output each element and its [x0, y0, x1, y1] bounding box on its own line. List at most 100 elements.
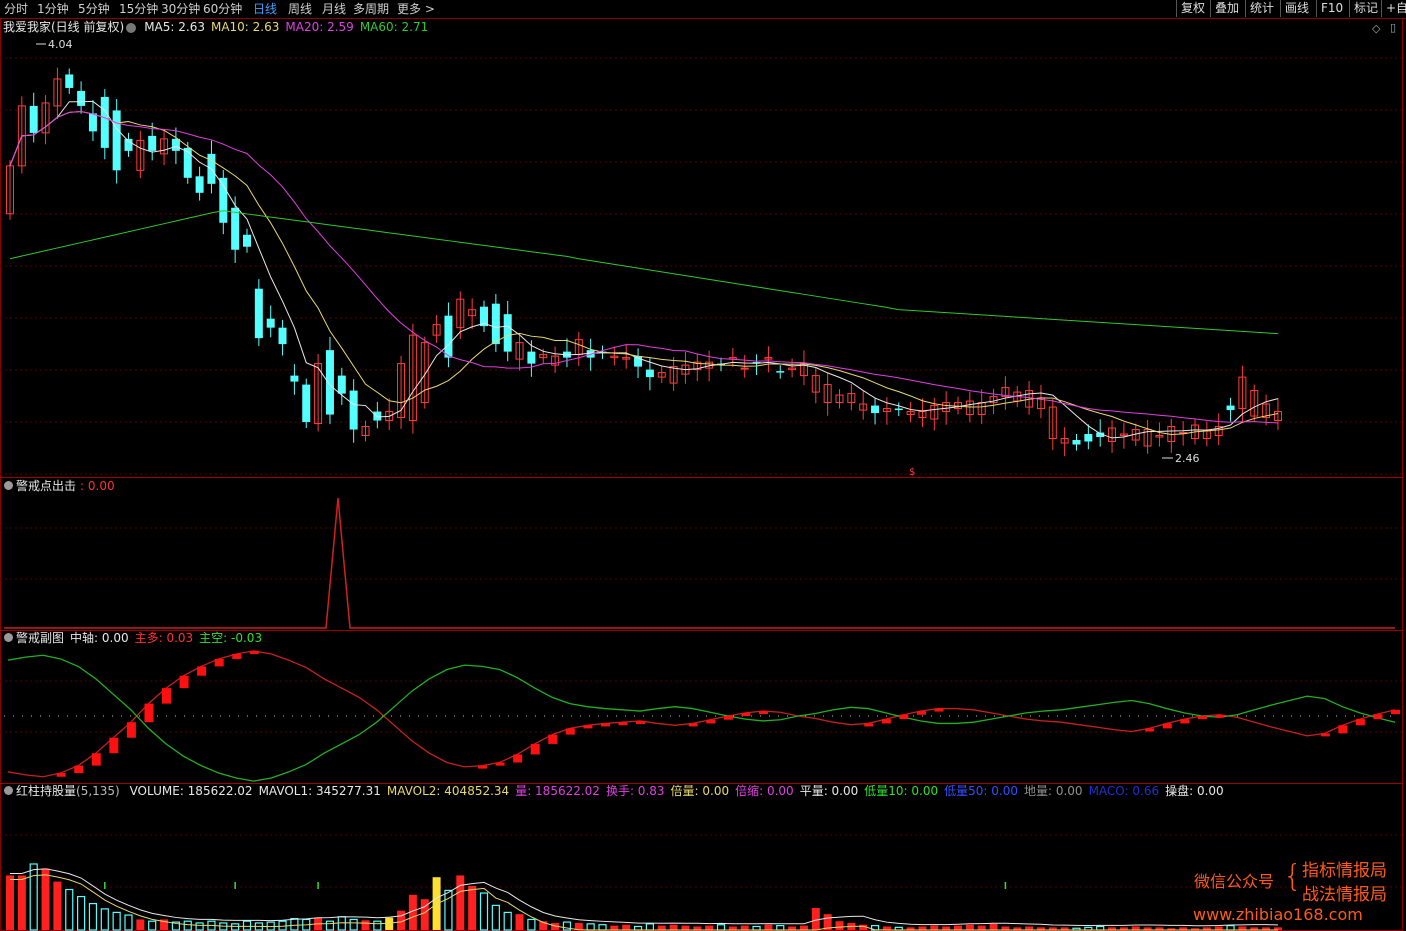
- dropdown-icon[interactable]: [126, 22, 137, 33]
- volume-bar: [942, 926, 951, 930]
- volume-bar: [29, 863, 38, 931]
- bull-block: [74, 765, 84, 774]
- ma60-line: [9, 210, 1278, 335]
- candle-body: [1084, 434, 1093, 442]
- volume-bar: [100, 908, 109, 931]
- volume-bar: [468, 886, 477, 930]
- ma60-label: MA60: 2.71: [359, 20, 429, 34]
- candle-body: [349, 390, 358, 430]
- volume-bar: [112, 911, 121, 931]
- bull-block: [162, 688, 172, 704]
- volume-bar: [764, 924, 773, 930]
- volume-bar: [799, 925, 808, 930]
- candle-body: [77, 90, 86, 106]
- panel3-bull: 主多: 0.03: [134, 631, 194, 645]
- panel4-params: (5,135): [76, 784, 120, 798]
- bull-block: [91, 753, 101, 766]
- volume-bar: [515, 914, 524, 930]
- volume-bar: [527, 918, 536, 931]
- bull-block: [232, 654, 242, 659]
- volume-bar: [290, 917, 299, 931]
- bull-block: [495, 762, 505, 766]
- volume-bar: [788, 926, 797, 930]
- candle-body: [100, 96, 109, 148]
- vol-legend-3: 量: 185622.02: [515, 784, 600, 798]
- vol-legend-7: 平量: 0.00: [799, 784, 859, 798]
- stock-name[interactable]: 我爱我家(日线 前复权): [3, 20, 124, 34]
- volume-bar: [716, 924, 726, 931]
- panel2-name[interactable]: 警戒点出击: [16, 479, 76, 493]
- candle-body: [219, 177, 228, 223]
- watermark-right1: 指标情报局: [1302, 861, 1387, 881]
- volume-bar: [456, 875, 465, 930]
- bull-block: [916, 711, 926, 715]
- bull-block: [706, 719, 716, 724]
- volume-bar: [693, 926, 702, 930]
- vol-legend-6: 倍缩: 0.00: [735, 784, 794, 798]
- vol-legend-11: MACO: 0.66: [1088, 784, 1160, 798]
- panel2-title: 警戒点出击 : 0.00: [4, 479, 121, 494]
- volume-bar: [954, 925, 962, 930]
- bull-block: [1338, 725, 1348, 734]
- volume-bar: [977, 925, 986, 930]
- vol-legend-12: 操盘: 0.00: [1165, 784, 1224, 798]
- low-price-label: 2.46: [1175, 452, 1200, 465]
- bull-block: [126, 722, 136, 738]
- watermark-right2: 战法情报局: [1302, 885, 1387, 905]
- bull-block: [548, 734, 558, 744]
- watermark-url: www.zhibiao168.com: [1193, 905, 1363, 924]
- volume-bar: [65, 888, 74, 931]
- volume-bar: [1131, 926, 1140, 930]
- candle-body: [148, 135, 157, 151]
- vol-legend-10: 地量: 0.00: [1023, 784, 1083, 798]
- panel2-value: : 0.00: [80, 479, 115, 493]
- volume-bar: [1025, 926, 1034, 930]
- candle-body: [503, 314, 512, 352]
- bull-block: [881, 719, 891, 724]
- volume-bar: [622, 924, 631, 930]
- volume-bar: [811, 908, 820, 930]
- bull-block: [109, 737, 119, 754]
- volume-bar: [349, 918, 358, 931]
- volume-bar: [361, 920, 370, 930]
- volume-bar: [776, 924, 785, 931]
- bull-block: [478, 765, 488, 769]
- panel3-title: 警戒副图 中轴: 0.00 主多: 0.03 主空: -0.03: [4, 631, 268, 646]
- volume-bar: [610, 925, 619, 930]
- bull-block: [1373, 714, 1383, 720]
- collapse-icon[interactable]: [4, 786, 13, 795]
- bull-block: [864, 723, 874, 727]
- volume-bar: [76, 895, 86, 931]
- collapse-icon[interactable]: [4, 481, 13, 490]
- ma5-line: [9, 100, 1279, 439]
- bull-block: [214, 658, 224, 667]
- volume-bar: [491, 904, 500, 931]
- volume-bar: [752, 925, 761, 931]
- settings-icon[interactable]: ▯: [1390, 21, 1396, 34]
- bull-block: [1180, 719, 1190, 724]
- bull-block: [1355, 719, 1365, 726]
- volume-bar: [136, 919, 145, 930]
- candle-body: [29, 105, 38, 133]
- panel3-name[interactable]: 警戒副图: [16, 631, 64, 645]
- candle-body: [278, 327, 287, 345]
- bull-block: [1391, 709, 1400, 715]
- collapse-icon[interactable]: [4, 633, 13, 642]
- candle-body: [231, 207, 240, 250]
- candle-body: [88, 113, 97, 132]
- bull-block: [1145, 728, 1155, 732]
- volume-bar: [479, 892, 489, 931]
- panel3-axis: 中轴: 0.00: [70, 631, 129, 645]
- diamond-icon[interactable]: ◇: [1372, 22, 1380, 35]
- volume-bar: [598, 924, 607, 931]
- volume-bar: [633, 925, 643, 931]
- volume-bar: [930, 925, 939, 930]
- candle-body: [740, 367, 749, 370]
- panel4-name[interactable]: 红柱持股量: [16, 784, 76, 798]
- candle-body: [527, 351, 536, 364]
- candle-body: [1072, 440, 1081, 445]
- mavol2-line: [10, 874, 1278, 931]
- volume-bar: [373, 920, 382, 931]
- candle-body: [171, 138, 180, 151]
- ma20-label: MA20: 2.59: [285, 20, 354, 34]
